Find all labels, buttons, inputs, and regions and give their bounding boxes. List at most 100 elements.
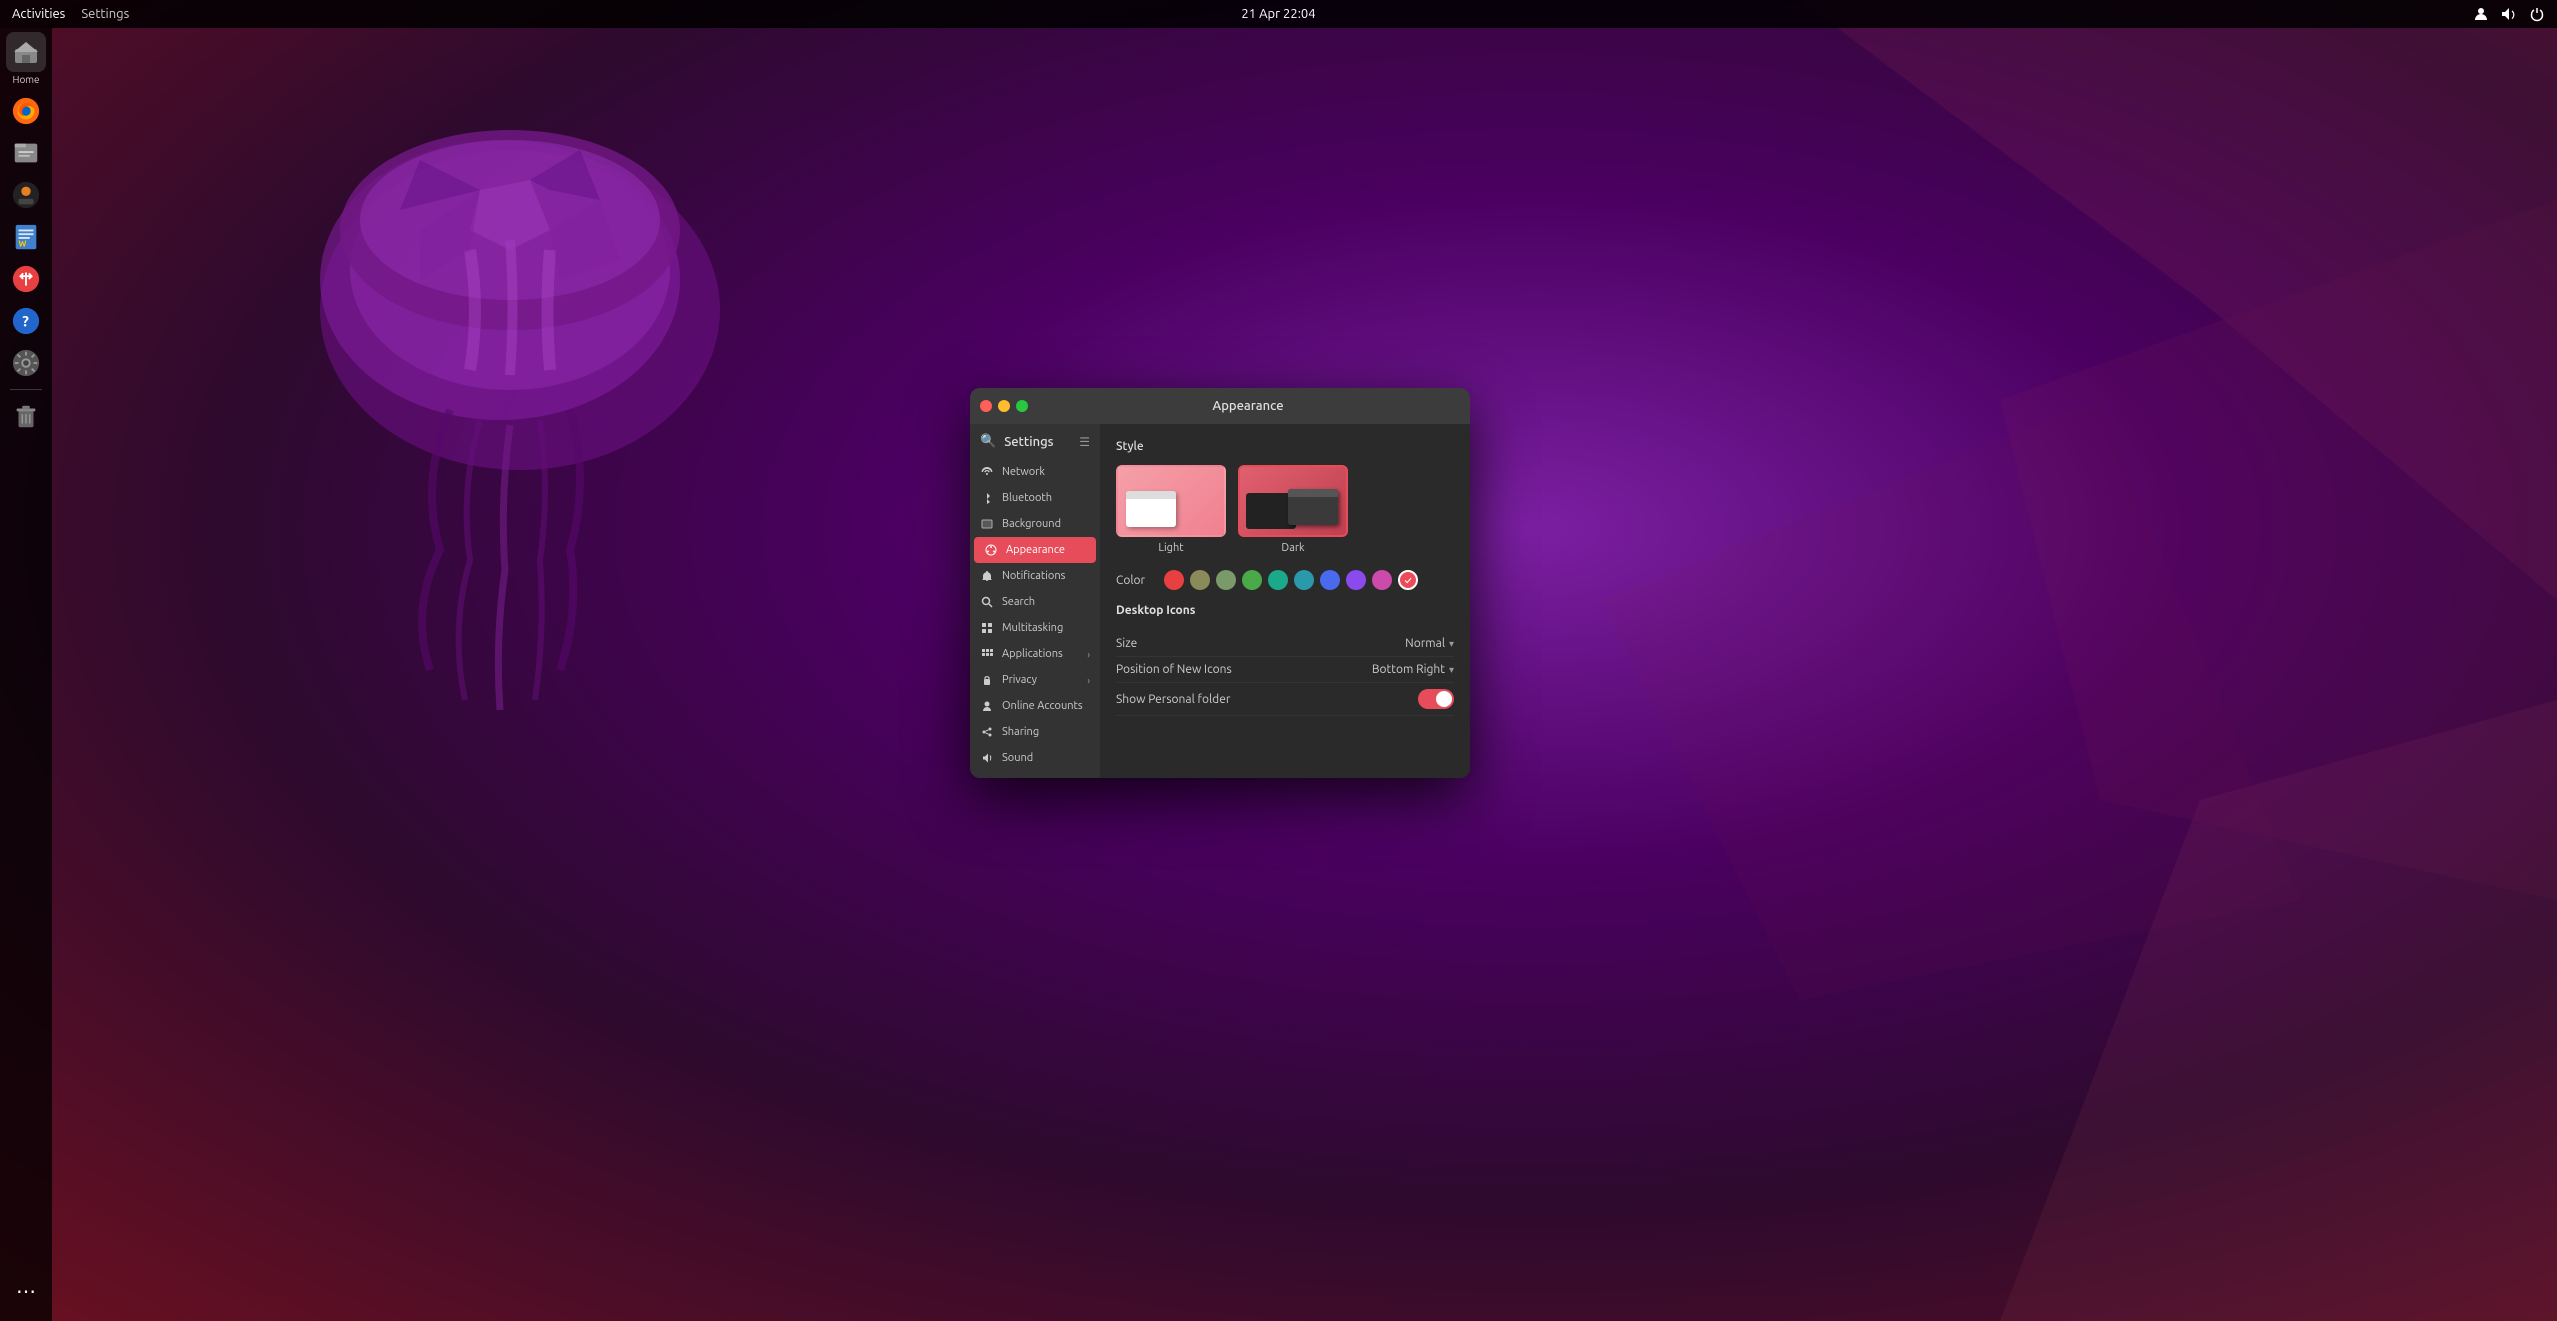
dock-item-files[interactable] [6, 133, 46, 173]
titlebar-buttons [980, 400, 1028, 412]
personal-folder-toggle[interactable] [1418, 689, 1454, 709]
online-accounts-icon [980, 699, 994, 713]
sound-icon [980, 751, 994, 765]
sidebar-item-applications[interactable]: Applications › [970, 641, 1100, 667]
sidebar-menu-icon[interactable]: ☰ [1079, 435, 1090, 449]
color-swatch-olive[interactable] [1190, 570, 1210, 590]
sidebar-item-appearance-label: Appearance [1006, 544, 1065, 556]
size-row: Size Normal ▾ [1116, 631, 1454, 657]
size-chevron: ▾ [1449, 638, 1454, 650]
topbar: Activities Settings 21 Apr 22:04 [0, 0, 2557, 28]
dark-window-front [1288, 489, 1338, 525]
privacy-arrow: › [1087, 675, 1090, 686]
multitasking-icon [980, 621, 994, 635]
size-value: Normal [1405, 637, 1445, 650]
sidebar-item-notifications[interactable]: Notifications [970, 563, 1100, 589]
close-button[interactable] [980, 400, 992, 412]
position-dropdown[interactable]: Bottom Right ▾ [1372, 663, 1454, 676]
toggle-knob [1436, 691, 1452, 707]
volume-icon[interactable] [2501, 6, 2517, 22]
color-swatch-cyan[interactable] [1294, 570, 1314, 590]
sidebar-item-bluetooth[interactable]: Bluetooth [970, 485, 1100, 511]
network-icon [980, 465, 994, 479]
home-label: Home [13, 74, 40, 85]
style-thumbnails: Light Dark [1116, 465, 1454, 554]
dock-item-firefox[interactable] [6, 91, 46, 131]
style-dark-preview[interactable] [1238, 465, 1348, 537]
sidebar-item-appearance[interactable]: Appearance [974, 537, 1096, 563]
style-light[interactable]: Light [1116, 465, 1226, 554]
position-value: Bottom Right [1372, 663, 1445, 676]
dock-item-help[interactable]: ? [6, 301, 46, 341]
color-swatch-sage[interactable] [1216, 570, 1236, 590]
sidebar-item-sharing[interactable]: Sharing [970, 719, 1100, 745]
sidebar-item-privacy-label: Privacy [1002, 674, 1037, 686]
position-label: Position of New Icons [1116, 663, 1232, 676]
sidebar-item-multitasking[interactable]: Multitasking [970, 615, 1100, 641]
sidebar-item-network[interactable]: Network [970, 459, 1100, 485]
power-icon[interactable] [2529, 6, 2545, 22]
personal-folder-label: Show Personal folder [1116, 693, 1230, 706]
color-swatch-blue[interactable] [1320, 570, 1340, 590]
style-dark[interactable]: Dark [1238, 465, 1348, 554]
sidebar-item-sound[interactable]: Sound [970, 745, 1100, 771]
size-label: Size [1116, 637, 1137, 650]
sidebar-item-applications-label: Applications [1002, 648, 1063, 660]
activities-label[interactable]: Activities [12, 7, 65, 21]
notifications-icon [980, 569, 994, 583]
sidebar-item-bluetooth-label: Bluetooth [1002, 492, 1052, 504]
sidebar-item-multitasking-label: Multitasking [1002, 622, 1063, 634]
dock-item-software[interactable] [6, 259, 46, 299]
style-section-title: Style [1116, 440, 1454, 453]
sidebar-item-privacy[interactable]: Privacy › [970, 667, 1100, 693]
color-swatches [1164, 570, 1418, 590]
settings-window-title: Appearance [1036, 399, 1460, 413]
svg-text:?: ? [22, 313, 29, 330]
background-icon [980, 517, 994, 531]
sidebar-search-icon[interactable]: 🔍 [980, 434, 996, 449]
svg-text:W: W [19, 238, 27, 248]
dock-separator [10, 389, 42, 390]
color-swatch-green[interactable] [1242, 570, 1262, 590]
privacy-icon [980, 673, 994, 687]
dock-item-trash[interactable] [6, 396, 46, 436]
personal-folder-row: Show Personal folder [1116, 683, 1454, 716]
sidebar-item-sound-label: Sound [1002, 752, 1033, 764]
dock-item-print[interactable] [6, 175, 46, 215]
color-swatch-teal[interactable] [1268, 570, 1288, 590]
sidebar-item-background[interactable]: Background [970, 511, 1100, 537]
style-light-preview[interactable] [1116, 465, 1226, 537]
sidebar-item-online-accounts[interactable]: Online Accounts [970, 693, 1100, 719]
color-swatch-pink[interactable] [1372, 570, 1392, 590]
position-chevron: ▾ [1449, 664, 1454, 676]
color-swatch-orange-red[interactable] [1164, 570, 1184, 590]
power-sidebar-icon [980, 777, 994, 778]
settings-body: 🔍 Settings ☰ Network Bluetooth [970, 424, 1470, 778]
minimize-button[interactable] [998, 400, 1010, 412]
dock-item-home[interactable]: Home [6, 32, 46, 85]
color-swatch-red[interactable] [1398, 570, 1418, 590]
dock-item-settings[interactable] [6, 343, 46, 383]
sidebar-item-notifications-label: Notifications [1002, 570, 1065, 582]
settings-content: Style Light Dark [1100, 424, 1470, 778]
light-window-preview [1126, 491, 1176, 527]
sidebar-item-power[interactable]: Power [970, 771, 1100, 778]
sidebar-item-network-label: Network [1002, 466, 1045, 478]
dock-item-writer[interactable]: W [6, 217, 46, 257]
sidebar-item-search[interactable]: Search [970, 589, 1100, 615]
topbar-right [2473, 6, 2545, 22]
app-name-label: Settings [81, 7, 129, 21]
sidebar-item-background-label: Background [1002, 518, 1061, 530]
dock: Home W [0, 28, 52, 1321]
sidebar-item-search-label: Search [1002, 596, 1035, 608]
color-swatch-purple[interactable] [1346, 570, 1366, 590]
maximize-button[interactable] [1016, 400, 1028, 412]
topbar-center: 21 Apr 22:04 [1241, 7, 1315, 21]
topbar-left: Activities Settings [12, 7, 129, 21]
dock-item-apps-grid[interactable]: ⋯ [6, 1271, 46, 1311]
sidebar-header: 🔍 Settings ☰ [970, 428, 1100, 455]
settings-window: Appearance 🔍 Settings ☰ Network [970, 388, 1470, 778]
user-icon[interactable] [2473, 6, 2489, 22]
applications-icon [980, 647, 994, 661]
size-dropdown[interactable]: Normal ▾ [1405, 637, 1454, 650]
